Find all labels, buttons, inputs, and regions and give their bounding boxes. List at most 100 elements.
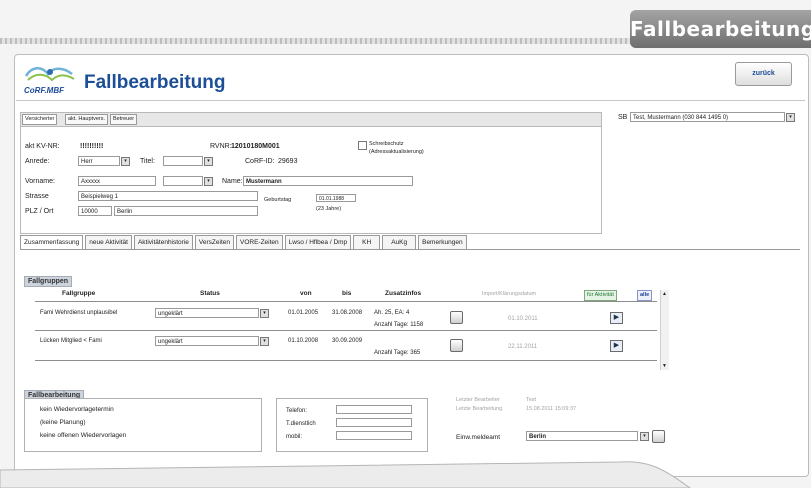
- filter-alle-button[interactable]: alle: [637, 290, 653, 301]
- einwohnermeldeamt-search-icon[interactable]: [652, 430, 665, 443]
- adressaktualisierung-label: (Adressaktualisierung): [369, 149, 424, 155]
- einwohnermeldeamt-select[interactable]: Berlin: [526, 431, 638, 441]
- einwohnermeldeamt-dropdown-icon[interactable]: ▾: [640, 432, 649, 441]
- row2-open-icon[interactable]: ▶: [610, 340, 623, 352]
- row2-status-dropdown-icon[interactable]: ▾: [260, 337, 269, 346]
- col-von: von: [300, 290, 312, 297]
- tab-baseline: [20, 249, 800, 250]
- row1-search-icon[interactable]: [450, 311, 463, 324]
- row2-search-icon[interactable]: [450, 339, 463, 352]
- main-tabbar: Zusammenfassung neue Aktivität Aktivität…: [20, 235, 469, 249]
- titel-dropdown-icon[interactable]: ▾: [204, 157, 213, 166]
- col-import-datum: Import/Klärungsdatum: [482, 291, 537, 297]
- strasse-field[interactable]: Beispielweg 1: [78, 191, 258, 201]
- vorname-dropdown-icon[interactable]: ▾: [204, 177, 213, 186]
- sb-select[interactable]: Test, Mustermann (030 844 1495 0): [630, 112, 785, 122]
- row1-status-select[interactable]: ungeklärt: [155, 308, 259, 318]
- wiedervorlage-line2: (keine Planung): [40, 419, 86, 426]
- corf-value: 29693: [278, 158, 298, 165]
- sb-label: SB: [618, 114, 628, 121]
- mobil-field[interactable]: [336, 431, 412, 440]
- titel-select[interactable]: [163, 156, 203, 166]
- plz-field[interactable]: 10000: [78, 206, 112, 216]
- wiedervorlage-line3: keine offenen Wiedervorlagen: [40, 432, 127, 439]
- anrede-dropdown-icon[interactable]: ▾: [121, 157, 130, 166]
- row1-datum: 01.10.2011: [508, 316, 538, 322]
- tab-aukg[interactable]: AuKg: [382, 235, 417, 249]
- tdienstlich-label: T.dienstlich: [286, 421, 316, 427]
- row1-info2: Anzahl Tage: 1158: [374, 322, 424, 328]
- telefon-label: Telefon:: [286, 408, 308, 414]
- tab-vore-zeiten[interactable]: VORE-Zeiten: [235, 235, 283, 249]
- col-status: Status: [200, 290, 220, 297]
- schreibschutz-checkbox[interactable]: [358, 141, 367, 150]
- back-button[interactable]: zurück: [735, 62, 792, 86]
- kvnr-label: akt KV-NR:: [25, 143, 60, 150]
- row2-datum: 22.11.2011: [508, 344, 538, 350]
- row-divider: [35, 360, 657, 361]
- row1-von: 01.01.2005: [288, 310, 319, 316]
- einwohnermeldeamt-label: Einw.meldeamt: [456, 434, 501, 441]
- row1-open-icon[interactable]: ▶: [610, 312, 623, 324]
- row2-status-select[interactable]: ungeklärt: [155, 336, 259, 346]
- row2-von: 01.10.2008: [288, 338, 319, 344]
- telefon-field[interactable]: [336, 405, 412, 414]
- kvnr-value: !!!!!!!!!!: [80, 143, 104, 150]
- sb-dropdown-icon[interactable]: ▾: [786, 113, 795, 122]
- tab-kh[interactable]: KH: [353, 235, 381, 249]
- fallgruppen-scrollbar[interactable]: [660, 290, 669, 370]
- titel-label: Titel:: [140, 158, 155, 165]
- tab-lwso[interactable]: Lwso / Hflbea / Dmp: [284, 235, 352, 249]
- ort-field[interactable]: Berlin: [114, 206, 258, 216]
- geburtstag-field[interactable]: 01.01.1988: [316, 194, 356, 202]
- row-divider: [35, 330, 657, 331]
- row1-bis: 31.08.2008: [332, 310, 363, 316]
- wiedervorlage-line1: kein Wiedervorlagetermin: [40, 406, 114, 413]
- row1-fallgruppe: Fami Wehrdienst unplausibel: [40, 310, 118, 316]
- table-header-line: [35, 301, 657, 302]
- filter-aktivitaet-button[interactable]: für Aktivität: [584, 290, 617, 301]
- col-bis: bis: [342, 290, 352, 297]
- geburtstag-label: Geburtstag: [264, 197, 292, 203]
- rvnr-value: 12010180M001: [231, 143, 280, 150]
- tab-akt-hauptvers[interactable]: akt. Hauptvers.: [65, 114, 108, 125]
- letzte-bearbeitung-value: 15.08.2011 15:09:37: [526, 406, 577, 412]
- col-zusatzinfos: Zusatzinfos: [385, 290, 422, 297]
- rvnr-label: RVNR:: [210, 143, 232, 150]
- row1-status-dropdown-icon[interactable]: ▾: [260, 309, 269, 318]
- anrede-label: Anrede:: [25, 158, 50, 165]
- vorname-label: Vorname:: [25, 178, 55, 185]
- schreibschutz-label: Schreibschutz: [369, 141, 404, 147]
- tab-neue-aktivitaet[interactable]: neue Aktivität: [85, 235, 132, 249]
- strasse-label: Strasse: [25, 193, 49, 200]
- tab-betreuer[interactable]: Betreuer: [110, 114, 138, 125]
- scroll-up-icon[interactable]: ▲: [662, 291, 667, 297]
- letzter-bearbeiter-label: Letzter Bearbeiter: [456, 397, 500, 403]
- corner-title: Fallbearbeitung: [630, 10, 811, 48]
- tab-versicherter[interactable]: Versicherter: [22, 114, 58, 125]
- row2-info2: Anzahl Tage: 365: [374, 350, 421, 356]
- tab-aktivitaetenhistorie[interactable]: Aktivitätenhistorie: [133, 235, 193, 249]
- letzter-bearbeiter-value: Test: [526, 397, 537, 403]
- col-fallgruppe: Fallgruppe: [62, 290, 96, 297]
- name-label: Name:: [222, 178, 243, 185]
- letzte-bearbeitung-label: Letzte Bearbeitung: [456, 406, 503, 412]
- tab-zusammenfassung[interactable]: Zusammenfassung: [20, 235, 84, 249]
- vorname-field[interactable]: Axxxxx: [78, 176, 156, 186]
- anrede-select[interactable]: Herr: [78, 156, 120, 166]
- row1-info1: Ah. 25, EA: 4: [374, 310, 410, 316]
- scroll-down-icon[interactable]: ▼: [662, 363, 667, 369]
- header-divider: [16, 100, 805, 101]
- fallgruppen-header: Fallgruppen: [24, 276, 73, 287]
- tab-bemerkungen[interactable]: Bemerkungen: [418, 235, 467, 249]
- page-title: Fallbearbeitung: [84, 72, 226, 93]
- bottom-curve-decoration: [0, 461, 691, 488]
- name-field[interactable]: Mustermann: [243, 176, 413, 186]
- mobil-label: mobil:: [286, 434, 303, 440]
- row2-bis: 30.09.2009: [332, 338, 363, 344]
- tdienstlich-field[interactable]: [336, 418, 412, 427]
- vorname-extra-select[interactable]: [163, 176, 203, 186]
- alter-text: (23 Jahre): [316, 206, 342, 212]
- row2-fallgruppe: Lücken Mitglied < Fami: [40, 338, 102, 344]
- tab-verszeiten[interactable]: VersZeiten: [194, 235, 234, 249]
